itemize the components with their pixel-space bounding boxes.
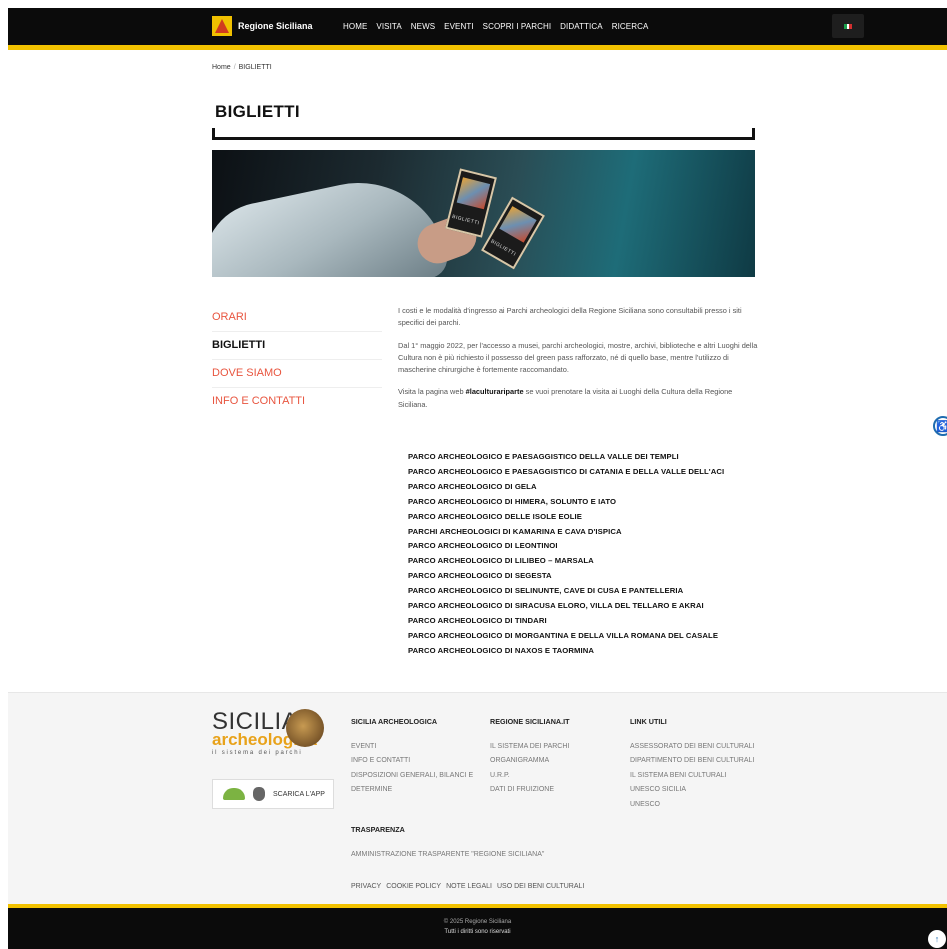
nav-item-scopri-i-parchi[interactable]: SCOPRI I PARCHI: [483, 22, 551, 31]
footer-link[interactable]: AMMINISTRAZIONE TRASPARENTE "REGIONE SIC…: [351, 848, 611, 863]
breadcrumb: Home / BIGLIETTI: [212, 64, 272, 71]
breadcrumb-home[interactable]: Home: [212, 64, 231, 71]
back-to-top-icon[interactable]: ↑: [928, 930, 946, 948]
breadcrumb-current: BIGLIETTI: [238, 64, 272, 71]
footer-column-trasparenza: TRASPARENZA AMMINISTRAZIONE TRASPARENTE …: [351, 823, 611, 862]
cookie-policy-link[interactable]: COOKIE POLICY: [386, 883, 441, 890]
brand-name: Regione Siciliana: [238, 21, 313, 31]
footer-link[interactable]: ORGANIGRAMMA: [490, 754, 615, 769]
trinacria-logo-icon: [212, 16, 232, 36]
park-link[interactable]: PARCO ARCHEOLOGICO DI HIMERA, SOLUNTO E …: [408, 495, 768, 510]
park-link[interactable]: PARCO ARCHEOLOGICO DI SELINUNTE, CAVE DI…: [408, 584, 768, 599]
footer-link[interactable]: UNESCO: [630, 798, 765, 813]
footer-column-title: REGIONE SICILIANA.IT: [490, 717, 570, 726]
footer-column-title: TRASPARENZA: [351, 825, 405, 834]
footer-column-link-utili: LINK UTILI ASSESSORATO DEI BENI CULTURAL…: [630, 715, 765, 813]
footer-link[interactable]: ASSESSORATO DEI BENI CULTURALI: [630, 740, 765, 755]
hero-ticket-label: BIGLIETTI: [489, 238, 517, 258]
privacy-link[interactable]: PRIVACY: [351, 883, 381, 890]
nav-item-home[interactable]: HOME: [343, 22, 367, 31]
footer-link[interactable]: UNESCO SICILIA: [630, 783, 765, 798]
nav-item-news[interactable]: NEWS: [411, 22, 435, 31]
hero-sleeve-shape: [212, 166, 451, 277]
footer-column-sicilia-archeologica: SICILIA ARCHEOLOGICA EVENTI INFO E CONTA…: [351, 715, 476, 798]
footer-link[interactable]: EVENTI: [351, 740, 476, 755]
page-frame: Regione Siciliana HOME VISITA NEWS EVENT…: [8, 8, 947, 949]
hero-ticket: BIGLIETTI: [445, 168, 497, 238]
park-link[interactable]: PARCO ARCHEOLOGICO E PAESAGGISTICO DELLA…: [408, 450, 768, 465]
note-legali-link[interactable]: NOTE LEGALI: [446, 883, 492, 890]
park-link[interactable]: PARCO ARCHEOLOGICO DI GELA: [408, 480, 768, 495]
nav-item-eventi[interactable]: EVENTI: [444, 22, 474, 31]
green-pass-paragraph: Dal 1° maggio 2022, per l'accesso a muse…: [398, 340, 758, 375]
park-link[interactable]: PARCO ARCHEOLOGICO E PAESAGGISTICO DI CA…: [408, 465, 768, 480]
accessibility-icon[interactable]: ♿: [933, 416, 947, 436]
rights-text: Tutti i diritti sono riservati: [444, 929, 511, 935]
nav-item-visita[interactable]: VISITA: [376, 22, 401, 31]
nav-item-ricerca[interactable]: RICERCA: [612, 22, 649, 31]
park-link[interactable]: PARCO ARCHEOLOGICO DI SEGESTA: [408, 569, 768, 584]
uso-beni-culturali-link[interactable]: USO DEI BENI CULTURALI: [497, 883, 584, 890]
footer-link[interactable]: DIPARTIMENTO DEI BENI CULTURALI: [630, 754, 765, 769]
park-link[interactable]: PARCO ARCHEOLOGICO DI LILIBEO – MARSALA: [408, 554, 768, 569]
park-link[interactable]: PARCO ARCHEOLOGICO DI LEONTINOI: [408, 539, 768, 554]
footer-link[interactable]: DATI DI FRUIZIONE: [490, 783, 615, 798]
android-icon: [223, 788, 245, 800]
main-nav: HOME VISITA NEWS EVENTI SCOPRI I PARCHI …: [343, 22, 648, 31]
main-content: I costi e le modalità d'ingresso ai Parc…: [398, 305, 758, 421]
footer-link[interactable]: INFO E CONTATTI: [351, 754, 476, 769]
footer-column-title: SICILIA ARCHEOLOGICA: [351, 717, 438, 726]
page-title: BIGLIETTI: [215, 102, 300, 121]
booking-text-pre: Visita la pagina web: [398, 387, 466, 397]
park-link[interactable]: PARCHI ARCHEOLOGICI DI KAMARINA E CAVA D…: [408, 525, 768, 540]
nav-item-didattica[interactable]: DIDATTICA: [560, 22, 603, 31]
title-underline-bracket: [212, 128, 755, 140]
sidebar-menu: ORARI BIGLIETTI DOVE SIAMO INFO E CONTAT…: [212, 304, 382, 415]
sidebar-item-info-e-contatti[interactable]: INFO E CONTATTI: [212, 388, 382, 415]
coin-medal-icon: [286, 709, 324, 747]
apple-icon: [253, 787, 265, 801]
park-link[interactable]: PARCO ARCHEOLOGICO DI SIRACUSA ELORO, VI…: [408, 599, 768, 614]
language-selector[interactable]: [832, 14, 864, 38]
intro-paragraph: I costi e le modalità d'ingresso ai Parc…: [398, 306, 742, 328]
park-link[interactable]: PARCO ARCHEOLOGICO DELLE ISOLE EOLIE: [408, 510, 768, 525]
hero-ticket-label: BIGLIETTI: [451, 213, 481, 227]
sidebar-item-biglietti[interactable]: BIGLIETTI: [212, 332, 382, 360]
legal-links: PRIVACY COOKIE POLICY NOTE LEGALI USO DE…: [351, 883, 584, 890]
download-app-label: SCARICA L'APP: [273, 790, 325, 798]
booking-paragraph: Visita la pagina web #laculturariparte s…: [398, 386, 758, 411]
footer-link[interactable]: IL SISTEMA DEI PARCHI: [490, 740, 615, 755]
footer-column-title: LINK UTILI: [630, 717, 667, 726]
copyright-text: © 2025 Regione Siciliana: [443, 919, 512, 925]
hero-ticket: BIGLIETTI: [481, 196, 545, 270]
park-link[interactable]: PARCO ARCHEOLOGICO DI MORGANTINA E DELLA…: [408, 629, 768, 644]
parks-link-list: PARCO ARCHEOLOGICO E PAESAGGISTICO DELLA…: [408, 450, 768, 659]
footer: SICILIA archeologica il sistema dei parc…: [8, 692, 947, 904]
footer-logo-line3: il sistema dei parchi: [212, 750, 303, 756]
sidebar-item-orari[interactable]: ORARI: [212, 304, 382, 332]
footer-link[interactable]: DISPOSIZIONI GENERALI, BILANCI E DETERMI…: [351, 769, 476, 798]
footer-link[interactable]: IL SISTEMA BENI CULTURALI: [630, 769, 765, 784]
sidebar-item-dove-siamo[interactable]: DOVE SIAMO: [212, 360, 382, 388]
copyright-bar: © 2025 Regione Siciliana Tutti i diritti…: [8, 908, 947, 949]
breadcrumb-separator: /: [233, 64, 236, 71]
brand-logo[interactable]: Regione Siciliana: [212, 16, 313, 36]
italian-flag-icon: [844, 23, 853, 29]
header-accent-stripe: [8, 45, 947, 50]
footer-link[interactable]: U.R.P.: [490, 769, 615, 784]
park-link[interactable]: PARCO ARCHEOLOGICO DI TINDARI: [408, 614, 768, 629]
footer-column-regione-siciliana: REGIONE SICILIANA.IT IL SISTEMA DEI PARC…: [490, 715, 615, 798]
sicilia-archeologica-logo[interactable]: SICILIA archeologica il sistema dei parc…: [212, 709, 330, 756]
download-app-button[interactable]: SCARICA L'APP: [212, 779, 334, 809]
top-navbar: Regione Siciliana HOME VISITA NEWS EVENT…: [8, 8, 947, 45]
hero-image: BIGLIETTI BIGLIETTI: [212, 150, 755, 277]
park-link[interactable]: PARCO ARCHEOLOGICO DI NAXOS E TAORMINA: [408, 644, 768, 659]
laculturariparte-link[interactable]: #laculturariparte: [466, 387, 524, 396]
